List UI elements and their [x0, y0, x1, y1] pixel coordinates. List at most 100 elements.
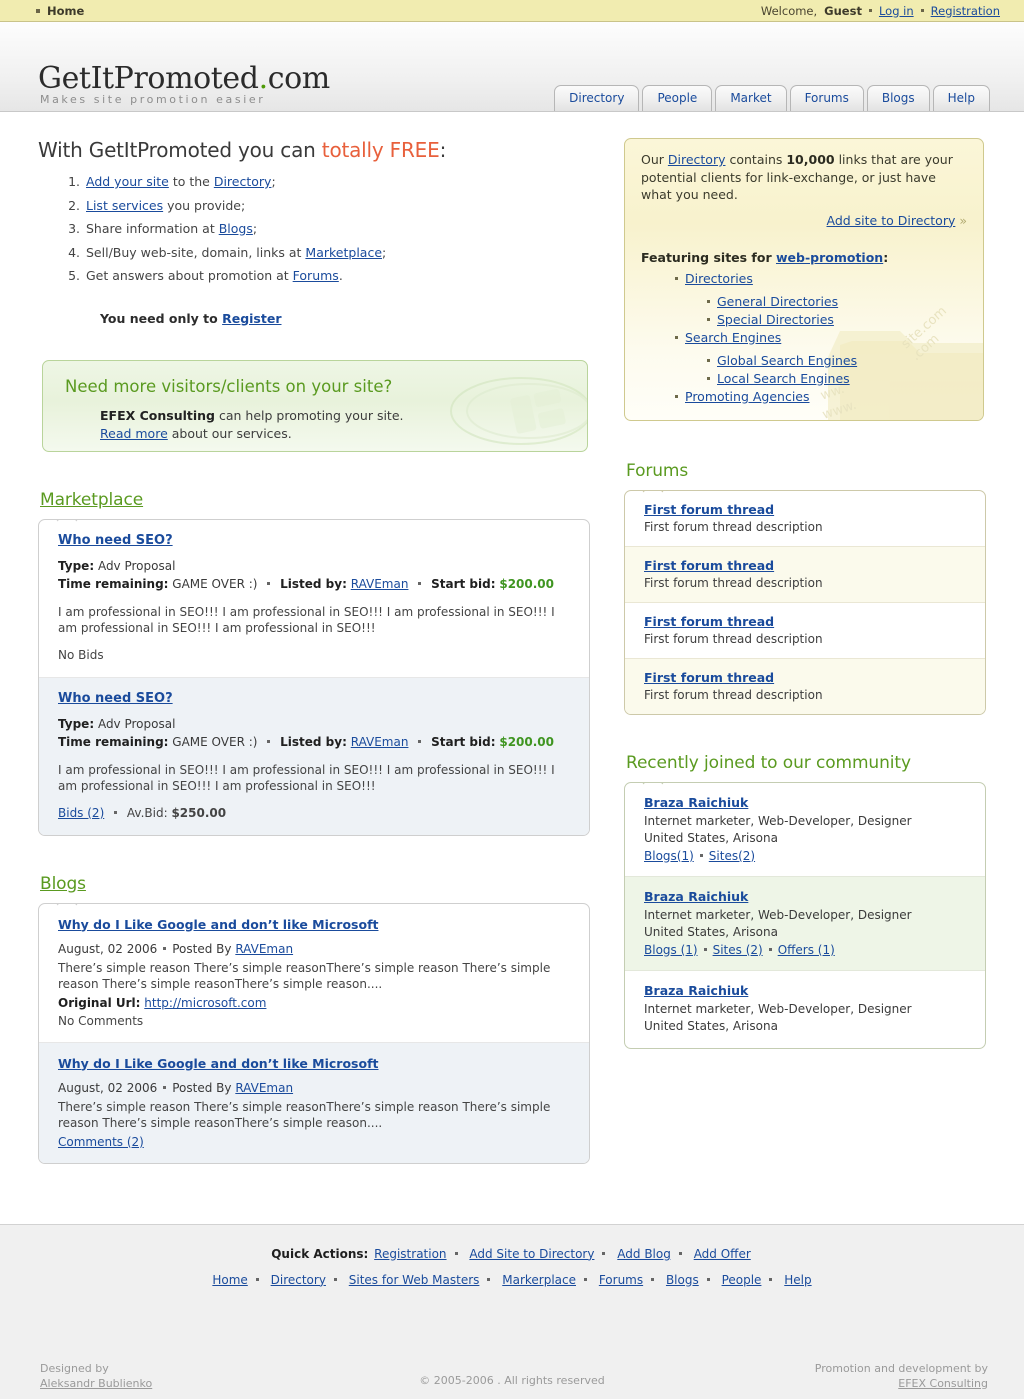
footer-nav-help[interactable]: Help — [784, 1273, 811, 1287]
tree-link[interactable]: General Directories — [717, 294, 838, 309]
forum-thread-link[interactable]: First forum thread — [644, 670, 774, 685]
footer-add-blog-link[interactable]: Add Blog — [617, 1247, 671, 1261]
footer-nav-marketplace[interactable]: Markerplace — [502, 1273, 576, 1287]
add-site-to-directory-link[interactable]: Add site to Directory — [827, 213, 956, 228]
person-blogs-link[interactable]: Blogs (1) — [644, 943, 698, 957]
person-offers-link[interactable]: Offers (1) — [778, 943, 835, 957]
tab-blogs[interactable]: Blogs — [866, 85, 930, 111]
login-link[interactable]: Log in — [879, 4, 914, 18]
forum-thread-link[interactable]: First forum thread — [644, 502, 774, 517]
footer-add-offer-link[interactable]: Add Offer — [694, 1247, 751, 1261]
person-blogs-link[interactable]: Blogs(1) — [644, 849, 694, 863]
person-profile-link[interactable]: Braza Raichiuk — [644, 983, 748, 998]
tree-link[interactable]: Directories — [685, 271, 753, 286]
tab-market[interactable]: Market — [715, 85, 787, 111]
marketplace-item-title: Who need SEO? — [58, 691, 573, 706]
tree-item: Local Search Engines — [707, 370, 967, 388]
blogs-heading[interactable]: Blogs — [40, 874, 590, 894]
list-item: List services you provide; — [84, 194, 590, 218]
separator-dot-icon — [163, 1085, 167, 1089]
tree-link[interactable]: Search Engines — [685, 330, 781, 345]
bids-link[interactable]: Bids (2) — [58, 806, 104, 820]
type-value: Adv Proposal — [94, 716, 176, 731]
forum-thread-link[interactable]: First forum thread — [644, 614, 774, 629]
tree-link[interactable]: Promoting Agencies — [685, 389, 810, 404]
benefits-list: Add your site to the Directory; List ser… — [44, 170, 590, 288]
directory-link[interactable]: Directory — [214, 174, 272, 189]
registration-link[interactable]: Registration — [931, 4, 1000, 18]
register-link[interactable]: Register — [222, 311, 281, 326]
footer-nav-home[interactable]: Home — [212, 1273, 247, 1287]
tab-directory[interactable]: Directory — [554, 85, 640, 111]
footer-add-site-link[interactable]: Add Site to Directory — [469, 1247, 594, 1261]
time-value: GAME OVER :) — [168, 576, 258, 591]
tree-link[interactable]: Special Directories — [717, 312, 834, 327]
welcome-text: Welcome, — [760, 3, 818, 18]
marketplace-item-type: Type: Adv Proposal — [58, 715, 573, 733]
step-text: Get answers about promotion at — [86, 268, 293, 283]
marketplace-item-meta: Time remaining: GAME OVER :) Listed by: … — [58, 733, 573, 751]
marketplace-item-footer: Bids (2) Av.Bid: $250.00 — [58, 806, 573, 820]
person-sites-link[interactable]: Sites(2) — [709, 849, 755, 863]
footer-nav-forums[interactable]: Forums — [599, 1273, 643, 1287]
directory-info-box: www. www. site.com .com Our Directory co… — [624, 138, 984, 421]
blog-date: August, 02 2006 — [58, 1080, 158, 1095]
marketplace-link[interactable]: Marketplace — [305, 245, 382, 260]
forum-thread-title: First forum thread — [644, 558, 969, 573]
blogs-link[interactable]: Blogs — [219, 221, 253, 236]
separator-dot-icon — [163, 946, 167, 950]
left-column: With GetItPromoted you can totally FREE:… — [38, 138, 590, 1164]
listed-label: Listed by: — [280, 734, 347, 749]
seller-link[interactable]: RAVEman — [351, 577, 409, 591]
site-logo[interactable]: GetItPromoted.com — [38, 64, 330, 94]
original-url-link[interactable]: http://microsoft.com — [144, 996, 266, 1010]
avbid-label: Av.Bid: — [126, 805, 172, 820]
person-profile-link[interactable]: Braza Raichiuk — [644, 795, 748, 810]
web-promotion-link[interactable]: web-promotion — [776, 250, 883, 265]
blog-author-link[interactable]: RAVEman — [235, 1081, 293, 1095]
panel-notch-icon — [56, 519, 78, 521]
tab-forums[interactable]: Forums — [789, 85, 864, 111]
footer-nav-sites-for-web-masters[interactable]: Sites for Web Masters — [349, 1273, 480, 1287]
comments-link[interactable]: Comments (2) — [58, 1135, 144, 1149]
blog-post-link[interactable]: Why do I Like Google and don’t like Micr… — [58, 917, 378, 932]
featuring-heading: Featuring sites for web-promotion: — [641, 250, 967, 265]
lead-prefix: Our — [641, 152, 668, 167]
person-links: Blogs (1) Sites (2) Offers (1) — [644, 943, 969, 957]
footer-nav-people[interactable]: People — [722, 1273, 762, 1287]
seller-link[interactable]: RAVEman — [351, 735, 409, 749]
marketplace-item-description: I am professional in SEO!!! I am profess… — [58, 762, 555, 793]
forum-thread-description: First forum thread description — [644, 519, 823, 534]
forum-thread-link[interactable]: First forum thread — [644, 558, 774, 573]
forums-heading[interactable]: Forums — [626, 461, 986, 481]
separator-dot-icon — [267, 739, 271, 743]
tab-people[interactable]: People — [642, 85, 713, 111]
add-your-site-link[interactable]: Add your site — [86, 174, 169, 189]
read-more-link[interactable]: Read more — [100, 426, 168, 441]
forums-link[interactable]: Forums — [293, 268, 339, 283]
separator-dot-icon — [706, 1277, 710, 1281]
table-row: First forum thread First forum thread de… — [625, 545, 985, 602]
person-profile-link[interactable]: Braza Raichiuk — [644, 889, 748, 904]
tree-link[interactable]: Local Search Engines — [717, 371, 850, 386]
directory-link[interactable]: Directory — [668, 152, 726, 167]
footer-nav-directory[interactable]: Directory — [271, 1273, 326, 1287]
blog-post-link[interactable]: Why do I Like Google and don’t like Micr… — [58, 1056, 378, 1071]
blog-post-title: Why do I Like Google and don’t like Micr… — [58, 1056, 573, 1071]
blog-comments: No Comments — [58, 1014, 573, 1028]
table-row: Who need SEO? Type: Adv Proposal Time re… — [39, 520, 589, 677]
tab-help[interactable]: Help — [932, 85, 990, 111]
footer-nav-blogs[interactable]: Blogs — [666, 1273, 699, 1287]
table-row: First forum thread First forum thread de… — [625, 657, 985, 714]
marketplace-heading[interactable]: Marketplace — [40, 490, 590, 510]
step-text: to the — [168, 174, 214, 189]
marketplace-item-link[interactable]: Who need SEO? — [58, 533, 173, 548]
marketplace-item-link[interactable]: Who need SEO? — [58, 691, 173, 706]
tree-link[interactable]: Global Search Engines — [717, 353, 857, 368]
list-services-link[interactable]: List services — [86, 198, 163, 213]
bid-value: $200.00 — [499, 734, 554, 749]
efex-promo-box: Need more visitors/clients on your site?… — [42, 359, 588, 452]
blog-author-link[interactable]: RAVEman — [235, 942, 293, 956]
footer-registration-link[interactable]: Registration — [374, 1247, 446, 1261]
person-sites-link[interactable]: Sites (2) — [713, 943, 763, 957]
